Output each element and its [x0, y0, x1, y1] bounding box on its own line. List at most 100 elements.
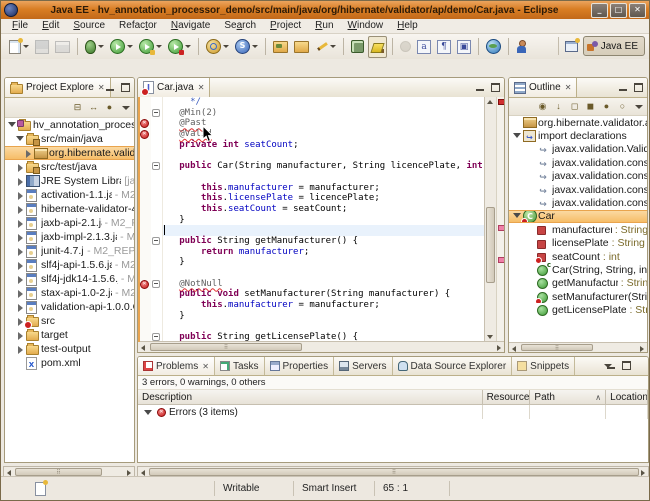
- profile-dropdown[interactable]: [166, 37, 193, 57]
- column-header-path[interactable]: Path∧: [530, 390, 606, 404]
- open-perspective-icon[interactable]: [564, 38, 580, 54]
- maximize-editor-icon[interactable]: [490, 82, 501, 92]
- mark-occurrences-toggle[interactable]: [368, 36, 387, 58]
- scrollbar-thumb[interactable]: [150, 343, 302, 351]
- maximize-view-icon[interactable]: [633, 82, 644, 92]
- tab-servers[interactable]: Servers: [334, 357, 392, 375]
- tree-item-car[interactable]: Car: [509, 210, 647, 223]
- scroll-right-icon[interactable]: [497, 345, 501, 351]
- expand-arrow-icon[interactable]: [18, 248, 23, 256]
- editor-vertical-scrollbar[interactable]: [484, 97, 496, 342]
- tree-item-src-main-java[interactable]: src/main/java: [5, 132, 134, 146]
- tree-item-jaxb-api-2-1-jar[interactable]: jaxb-api-2.1.jar - M2_P: [5, 216, 134, 230]
- code-line[interactable]: */: [163, 97, 484, 108]
- collapse-arrow-icon[interactable]: [16, 136, 24, 141]
- menu-source[interactable]: Source: [66, 19, 112, 33]
- annotate-dropdown[interactable]: [313, 37, 338, 57]
- tab-outline[interactable]: Outline: [509, 78, 577, 97]
- tree-item-slf4j-jdk14-1-5-6-jar[interactable]: slf4j-jdk14-1.5.6.jar - M: [5, 272, 134, 286]
- view-menu-icon[interactable]: [122, 106, 130, 110]
- outline-horizontal-scrollbar[interactable]: [509, 342, 647, 352]
- tree-item-activation-1-1-jar[interactable]: activation-1.1.jar - M2: [5, 188, 134, 202]
- fold-collapse-icon[interactable]: [152, 333, 160, 341]
- hide-non-public-members-icon[interactable]: ●: [600, 100, 613, 113]
- hide-fields-icon[interactable]: ◻: [568, 100, 581, 113]
- run-dropdown[interactable]: [108, 37, 135, 57]
- debug-dropdown[interactable]: [83, 37, 106, 57]
- code-line[interactable]: }: [163, 215, 484, 226]
- expand-arrow-icon[interactable]: [18, 276, 23, 284]
- tree-item-licenseplate[interactable]: licensePlate : String: [509, 237, 647, 250]
- print-button[interactable]: [53, 37, 72, 57]
- fold-collapse-icon[interactable]: [152, 109, 160, 117]
- view-menu-icon[interactable]: [635, 105, 643, 109]
- tree-item-org-hibernate-validator-ap-dem[interactable]: org.hibernate.validator.ap.demo: [5, 146, 134, 160]
- maximize-view-icon[interactable]: [621, 360, 632, 370]
- menu-refactor[interactable]: Refactor: [112, 19, 164, 33]
- expand-arrow-icon[interactable]: [18, 318, 23, 326]
- tree-item-hibernate-validator-4-0[interactable]: hibernate-validator-4.0: [5, 202, 134, 216]
- tab-problems[interactable]: Problems: [138, 357, 215, 375]
- collapse-arrow-icon[interactable]: [513, 213, 521, 218]
- new-web-service-dropdown[interactable]: [204, 37, 231, 57]
- search-tasks-button[interactable]: [514, 37, 529, 57]
- editor-fold-ruler[interactable]: [151, 97, 163, 342]
- run-as-dropdown[interactable]: [137, 37, 164, 57]
- tree-item-javax-validation-constraints[interactable]: javax.validation.constraints: [509, 170, 647, 183]
- tree-item-test-output[interactable]: test-output: [5, 342, 134, 356]
- tree-item-stax-api-1-0-2-jar[interactable]: stax-api-1.0-2.jar - M2: [5, 286, 134, 300]
- error-marker-icon[interactable]: [140, 130, 149, 139]
- close-icon[interactable]: [201, 361, 209, 372]
- expand-arrow-icon[interactable]: [18, 290, 23, 298]
- expand-arrow-icon[interactable]: [18, 304, 23, 312]
- tree-item-src[interactable]: src: [5, 314, 134, 328]
- maximize-view-icon[interactable]: [120, 82, 131, 92]
- code-line[interactable]: return manufacturer;: [163, 247, 484, 258]
- focus-icon[interactable]: ◉: [536, 100, 549, 113]
- tree-item-setmanufacturer-string[interactable]: setManufacturer(String: [509, 290, 647, 303]
- tree-item-slf4j-api-1-5-6-jar[interactable]: slf4j-api-1.5.6.jar - M2: [5, 258, 134, 272]
- editor-overview-ruler[interactable]: [496, 97, 504, 342]
- next-annotation-button[interactable]: [398, 37, 413, 57]
- minimize-view-icon[interactable]: [105, 82, 116, 92]
- menu-file[interactable]: File: [5, 19, 35, 33]
- tree-item-javax-validation-constraints[interactable]: javax.validation.constraints: [509, 156, 647, 169]
- code-line[interactable]: this.manufacturer = manufacturer;: [163, 300, 484, 311]
- fold-collapse-icon[interactable]: [152, 280, 160, 288]
- code-line[interactable]: [163, 268, 484, 279]
- tab-tasks[interactable]: Tasks: [215, 357, 265, 375]
- code-line[interactable]: this.seatCount = seatCount;: [163, 204, 484, 215]
- code-line[interactable]: [163, 150, 484, 161]
- expand-arrow-icon[interactable]: [26, 150, 31, 158]
- fold-collapse-icon[interactable]: [152, 237, 160, 245]
- plug-in-button[interactable]: [349, 37, 366, 57]
- tree-item-javax-validation-constraints[interactable]: javax.validation.constraints: [509, 196, 647, 209]
- tree-item-import-declarations[interactable]: import declarations: [509, 129, 647, 142]
- tree-item-manufacturer[interactable]: manufacturer : String: [509, 223, 647, 236]
- link-with-editor-icon[interactable]: ↔: [87, 101, 100, 114]
- expand-arrow-icon[interactable]: [18, 220, 23, 228]
- tab-car-java[interactable]: Car.java: [138, 78, 210, 97]
- sort-alphabetical-icon[interactable]: ↓: [552, 100, 565, 113]
- expand-arrow-icon[interactable]: [18, 206, 23, 214]
- tree-item-src-test-java[interactable]: src/test/java: [5, 160, 134, 174]
- scroll-down-icon[interactable]: [487, 335, 493, 339]
- expand-arrow-icon[interactable]: [18, 332, 23, 340]
- error-overview-marker[interactable]: [498, 225, 505, 231]
- scroll-right-icon[interactable]: [640, 346, 644, 352]
- menu-help[interactable]: Help: [390, 19, 425, 33]
- maximize-window-icon[interactable]: □: [610, 3, 627, 18]
- tree-item-jaxb-impl-2-1-3-jar[interactable]: jaxb-impl-2.1.3.jar - M: [5, 230, 134, 244]
- open-type-button[interactable]: [271, 37, 290, 57]
- fold-collapse-icon[interactable]: [152, 162, 160, 170]
- code-line[interactable]: [163, 225, 484, 236]
- problems-group-row[interactable]: Errors (3 items): [138, 405, 648, 419]
- tab-properties[interactable]: Properties: [265, 357, 335, 375]
- code-line[interactable]: @Min(2): [163, 108, 484, 119]
- error-marker-icon[interactable]: [140, 119, 149, 128]
- collapse-arrow-icon[interactable]: [8, 122, 16, 127]
- expand-arrow-icon[interactable]: [18, 164, 23, 172]
- editor-horizontal-scrollbar[interactable]: [138, 341, 504, 352]
- code-line[interactable]: public Car(String manufacturer, String l…: [163, 161, 484, 172]
- tree-item-getlicenseplate-[interactable]: getLicensePlate() : Str: [509, 303, 647, 316]
